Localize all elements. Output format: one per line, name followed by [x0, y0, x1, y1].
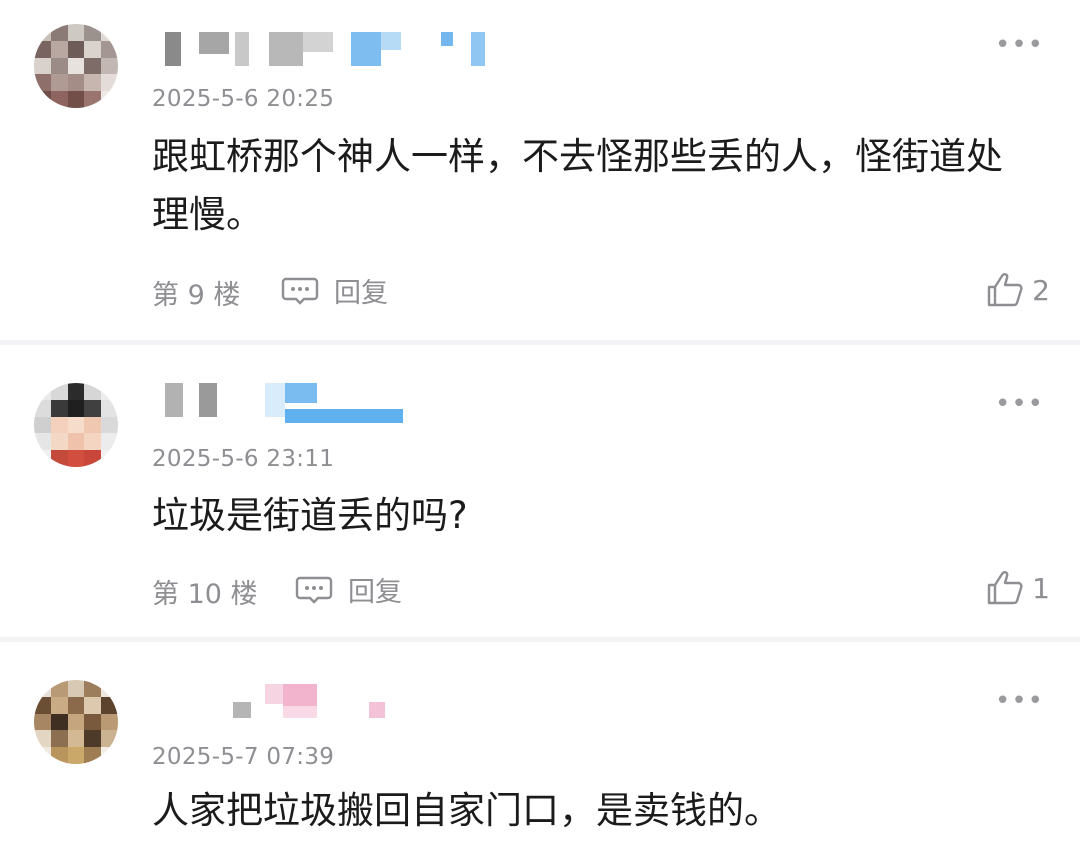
like-count: 2: [1032, 273, 1050, 307]
more-options-icon[interactable]: •••: [995, 389, 1044, 419]
like-button[interactable]: 1: [986, 570, 1050, 606]
username-blurred[interactable]: [165, 383, 415, 423]
reply-button[interactable]: 回复: [280, 271, 388, 310]
comment-text: 垃圾是街道丢的吗?: [152, 494, 468, 537]
comment-bubble-icon: [281, 277, 319, 305]
comment-item: ••• 2025-5-7 07:39 人家把垃圾搬回自家门口，是卖钱的。: [0, 642, 1080, 857]
avatar[interactable]: [34, 680, 118, 764]
avatar[interactable]: [34, 383, 118, 467]
comment-text: 人家把垃圾搬回自家门口，是卖钱的。: [152, 789, 781, 832]
reply-label: 回复: [334, 278, 388, 309]
comment-text: 跟虹桥那个神人一样，不去怪那些丢的人，怪街道处理慢。: [152, 135, 1003, 236]
thumbs-up-icon: [987, 273, 1023, 307]
like-count: 1: [1032, 571, 1050, 605]
reply-label: 回复: [348, 577, 402, 608]
username-blurred[interactable]: [165, 684, 395, 718]
like-button[interactable]: 2: [986, 272, 1050, 308]
thumbs-up-icon: [987, 571, 1023, 605]
more-options-icon[interactable]: •••: [995, 30, 1044, 60]
comment-date: 2025-5-6 23:11: [152, 446, 335, 472]
comment-item: ••• 2025-5-6 23:11 垃圾是街道丢的吗? 第 10 楼 回复 1: [0, 345, 1080, 637]
avatar[interactable]: [34, 24, 118, 108]
more-options-icon[interactable]: •••: [995, 686, 1044, 716]
reply-button[interactable]: 回复: [294, 570, 402, 609]
floor-number: 第 9 楼: [152, 280, 241, 311]
username-blurred[interactable]: [165, 32, 495, 66]
floor-number: 第 10 楼: [152, 579, 258, 610]
comment-date: 2025-5-6 20:25: [152, 86, 335, 112]
comment-date: 2025-5-7 07:39: [152, 744, 335, 770]
comment-item: ••• 2025-5-6 20:25 跟虹桥那个神人一样，不去怪那些丢的人，怪街…: [0, 0, 1080, 340]
comment-bubble-icon: [295, 576, 333, 604]
